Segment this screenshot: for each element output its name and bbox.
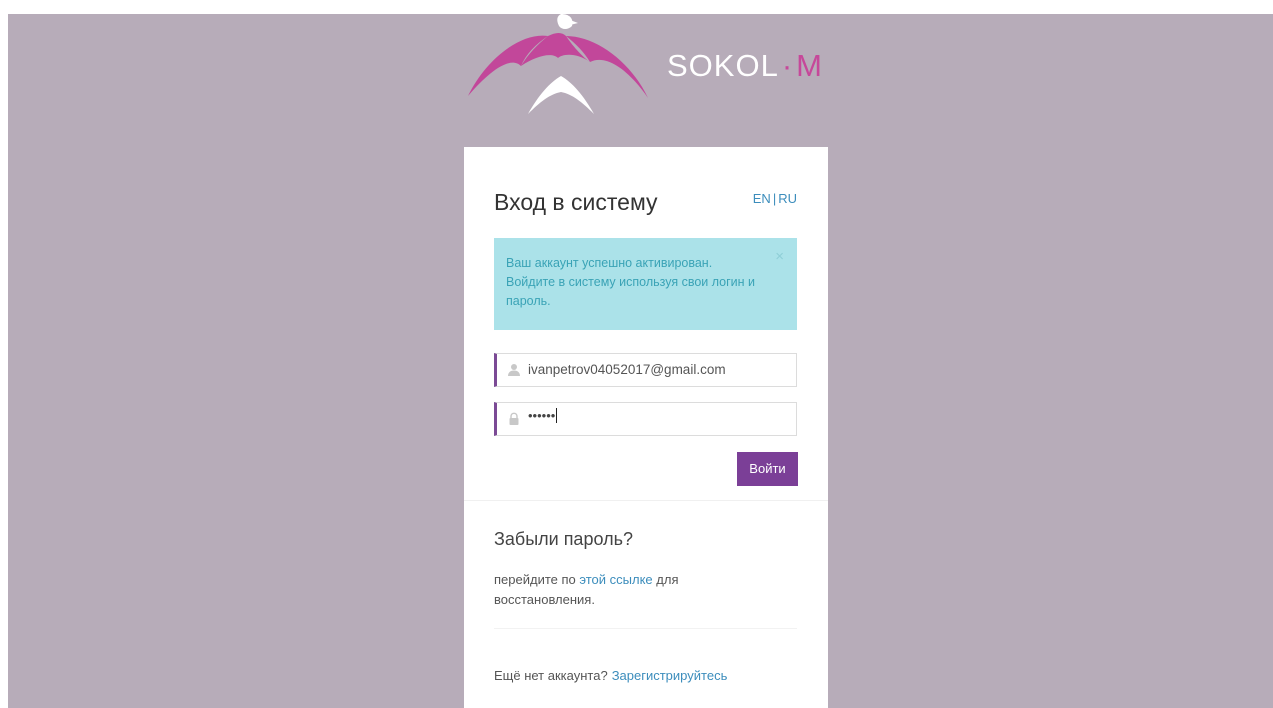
email-value: ivanpetrov04052017@gmail.com bbox=[528, 362, 726, 377]
register-link[interactable]: Зарегистрируйтесь bbox=[612, 668, 728, 683]
text-caret bbox=[556, 408, 558, 424]
alert-message: Ваш аккаунт успешно активирован. Войдите… bbox=[506, 256, 756, 308]
section-divider bbox=[464, 500, 828, 501]
password-value: •••••• bbox=[528, 408, 558, 424]
lang-en-link[interactable]: EN bbox=[753, 191, 771, 206]
lang-ru-link[interactable]: RU bbox=[778, 191, 797, 206]
brand-suffix: M bbox=[796, 48, 823, 83]
login-title: Вход в систему bbox=[494, 189, 658, 215]
login-card: Вход в систему EN | RU Ваш аккаунт успешно… bbox=[464, 147, 828, 708]
brand-name: SOKOL·M bbox=[667, 48, 823, 84]
page-background: SOKOL·M Вход в систему EN | RU Ваш аккаунт… bbox=[8, 14, 1273, 708]
password-field[interactable]: •••••• bbox=[494, 402, 797, 436]
lock-icon bbox=[509, 412, 519, 425]
brand-main: SOKOL bbox=[667, 48, 779, 83]
register-question: Ещё нет аккаунта? bbox=[494, 668, 608, 683]
login-button[interactable]: Войти bbox=[737, 452, 798, 486]
language-switcher: EN | RU bbox=[753, 191, 797, 206]
user-icon bbox=[508, 364, 520, 376]
bird-logo-icon bbox=[468, 14, 648, 114]
forgot-password-title: Забыли пароль? bbox=[494, 529, 633, 549]
email-field[interactable]: ivanpetrov04052017@gmail.com bbox=[494, 353, 797, 387]
sokol-logo: SOKOL·M bbox=[466, 14, 846, 124]
password-dots: •••••• bbox=[528, 408, 556, 423]
close-icon[interactable]: × bbox=[775, 249, 784, 264]
register-prompt: Ещё нет аккаунта? Зарегистрируйтесь bbox=[494, 668, 727, 683]
activation-alert: Ваш аккаунт успешно активирован. Войдите… bbox=[494, 238, 797, 330]
brand-dot: · bbox=[781, 48, 794, 83]
register-divider bbox=[494, 628, 797, 629]
password-recovery-link[interactable]: этой ссылке bbox=[579, 572, 652, 587]
forgot-password-text: перейдите по этой ссылке для восстановле… bbox=[494, 570, 724, 610]
forgot-text-before: перейдите по bbox=[494, 572, 576, 587]
